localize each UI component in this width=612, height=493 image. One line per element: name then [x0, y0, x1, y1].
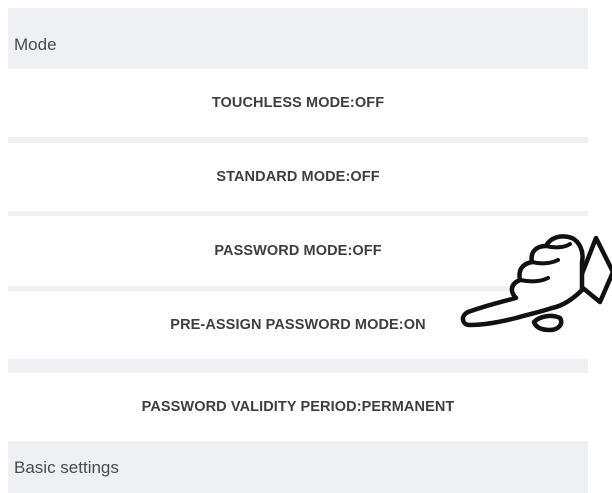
standard-mode-button[interactable]: STANDARD MODE:OFF — [8, 143, 588, 211]
standard-mode-label: STANDARD MODE:OFF — [216, 169, 380, 185]
pre-assign-password-mode-label: PRE-ASSIGN PASSWORD MODE:ON — [170, 317, 426, 333]
password-validity-period-label: PASSWORD VALIDITY PERIOD:PERMANENT — [141, 399, 455, 415]
section-header-mode: Mode — [14, 35, 57, 54]
pointing-hand-icon — [460, 234, 612, 333]
touchless-mode-button[interactable]: TOUCHLESS MODE:OFF — [8, 69, 588, 137]
password-mode-label: PASSWORD MODE:OFF — [214, 243, 382, 259]
section-header-basic-settings: Basic settings — [14, 458, 119, 477]
touchless-mode-label: TOUCHLESS MODE:OFF — [211, 95, 385, 111]
password-validity-period-button[interactable]: PASSWORD VALIDITY PERIOD:PERMANENT — [8, 373, 588, 441]
